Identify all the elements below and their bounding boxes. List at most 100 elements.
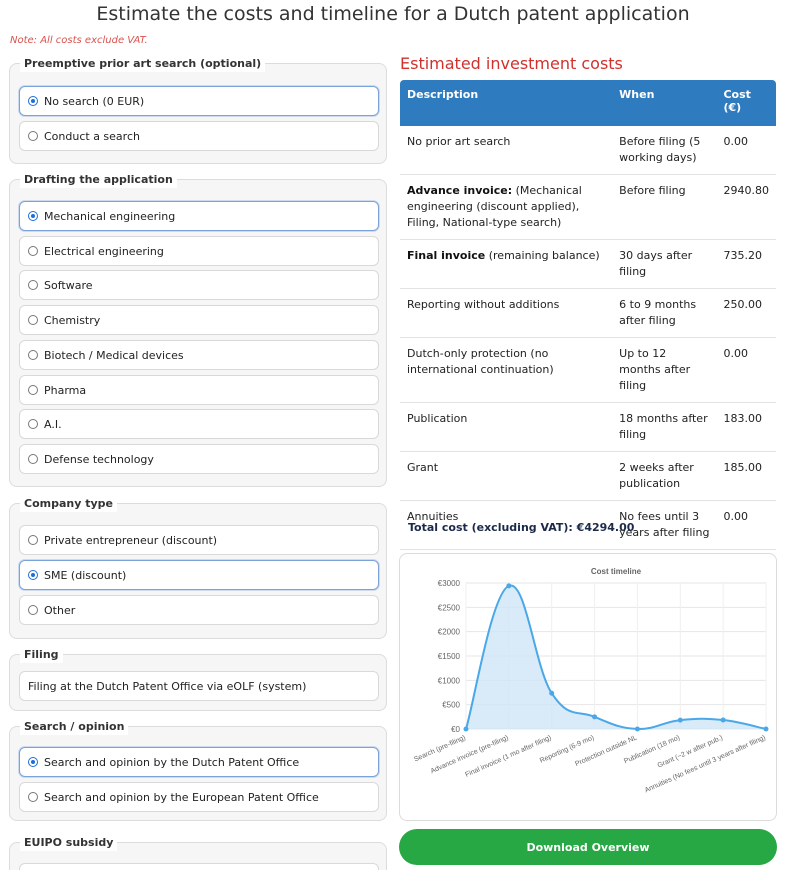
option-dutch-patent-office[interactable]: Search and opinion by the Dutch Patent O…: [19, 747, 379, 777]
filing-field[interactable]: Filing at the Dutch Patent Office via eO…: [19, 671, 379, 701]
option-biotech[interactable]: Biotech / Medical devices: [19, 340, 379, 370]
y-tick-label: €2500: [438, 603, 461, 612]
option-label: Biotech / Medical devices: [44, 348, 184, 362]
table-row: Dutch-only protection (no international …: [400, 337, 776, 403]
radio-icon[interactable]: [28, 385, 38, 395]
option-label: Other: [44, 603, 76, 617]
row-cost: 0.00: [716, 126, 776, 175]
filing-legend: Filing: [20, 647, 63, 663]
drafting-legend: Drafting the application: [20, 172, 177, 188]
table-row: Publication 18 months after filing 183.0…: [400, 402, 776, 452]
table-row: Advance invoice: (Mechanical engineering…: [400, 174, 776, 240]
option-ai[interactable]: A.I.: [19, 409, 379, 439]
row-when: Up to 12 months after filing: [612, 337, 717, 403]
y-tick-label: €1500: [438, 652, 461, 661]
radio-icon[interactable]: [28, 605, 38, 615]
option-label: Conduct a search: [44, 129, 140, 143]
radio-checked-icon[interactable]: [28, 570, 38, 580]
cost-table: Description When Cost (€) No prior art s…: [400, 80, 776, 550]
row-cost: 0.00: [716, 337, 776, 403]
page-title: Estimate the costs and timeline for a Du…: [96, 3, 690, 25]
radio-icon[interactable]: [28, 131, 38, 141]
radio-icon[interactable]: [28, 792, 38, 802]
chart-title: Cost timeline: [591, 567, 642, 576]
download-overview-button[interactable]: Download Overview: [399, 829, 777, 865]
row-when: 30 days after filing: [612, 239, 717, 289]
option-no-search[interactable]: No search (0 EUR): [19, 86, 379, 116]
row-cost: 2940.80: [716, 174, 776, 240]
row-cost: 735.20: [716, 239, 776, 289]
option-label: A.I.: [44, 417, 62, 431]
radio-icon[interactable]: [28, 246, 38, 256]
table-row: Grant 2 weeks after publication 185.00: [400, 451, 776, 501]
radio-icon[interactable]: [28, 280, 38, 290]
row-when: Before filing: [612, 174, 717, 240]
header-description: Description: [400, 80, 613, 126]
option-pharma[interactable]: Pharma: [19, 375, 379, 405]
costs-title: Estimated investment costs: [400, 54, 623, 73]
row-description: No prior art search: [400, 126, 613, 175]
option-private-entrepreneur[interactable]: Private entrepreneur (discount): [19, 525, 379, 555]
row-cost: 250.00: [716, 288, 776, 338]
search-opinion-fieldset: Search / opinion Search and opinion by t…: [9, 719, 387, 821]
option-label: Private entrepreneur (discount): [44, 533, 218, 547]
row-when: 6 to 9 months after filing: [612, 288, 717, 338]
header-cost: Cost (€): [716, 80, 776, 126]
radio-icon[interactable]: [28, 315, 38, 325]
company-fieldset: Company type Private entrepreneur (disco…: [9, 496, 387, 639]
option-mechanical-engineering[interactable]: Mechanical engineering: [19, 201, 379, 231]
option-label: Pharma: [44, 383, 87, 397]
option-label: Chemistry: [44, 313, 101, 327]
row-when: 18 months after filing: [612, 402, 717, 452]
table-row: Reporting without additions 6 to 9 month…: [400, 288, 776, 338]
data-point: [634, 726, 640, 732]
data-point: [506, 583, 512, 589]
option-defense[interactable]: Defense technology: [19, 444, 379, 474]
radio-checked-icon[interactable]: [28, 211, 38, 221]
data-point: [549, 690, 555, 696]
row-cost: 183.00: [716, 402, 776, 452]
option-european-patent-office[interactable]: Search and opinion by the European Paten…: [19, 782, 379, 812]
option-label: Mechanical engineering: [44, 209, 176, 223]
header-when: When: [612, 80, 717, 126]
euipo-legend: EUIPO subsidy: [20, 835, 118, 851]
radio-icon[interactable]: [28, 350, 38, 360]
option-other[interactable]: Other: [19, 595, 379, 625]
radio-icon[interactable]: [28, 535, 38, 545]
table-header-row: Description When Cost (€): [400, 80, 776, 126]
row-when: Before filing (5 working days): [612, 126, 717, 175]
data-point: [592, 714, 598, 720]
option-label: Defense technology: [44, 452, 154, 466]
y-tick-label: €2000: [438, 628, 461, 637]
chart-svg: Cost timeline €0 €500 €1000 €1500 €2000 €2500 €…: [413, 567, 769, 794]
drafting-fieldset: Drafting the application Mechanical engi…: [9, 172, 387, 487]
data-point: [763, 726, 769, 732]
radio-icon[interactable]: [28, 454, 38, 464]
prior-art-fieldset: Preemptive prior art search (optional) N…: [9, 56, 387, 164]
radio-checked-icon[interactable]: [28, 757, 38, 767]
y-tick-label: €1000: [438, 676, 461, 685]
row-cost: 185.00: [716, 451, 776, 501]
option-chemistry[interactable]: Chemistry: [19, 305, 379, 335]
option-conduct-search[interactable]: Conduct a search: [19, 121, 379, 151]
option-label: Electrical engineering: [44, 244, 164, 258]
row-description: Grant: [400, 451, 613, 501]
option-software[interactable]: Software: [19, 270, 379, 300]
radio-icon[interactable]: [28, 419, 38, 429]
y-tick-label: €500: [442, 701, 460, 710]
data-point: [463, 726, 469, 732]
option-label: SME (discount): [44, 568, 127, 582]
table-row: No prior art search Before filing (5 wor…: [400, 126, 776, 175]
option-sme[interactable]: SME (discount): [19, 560, 379, 590]
row-cost: 0.00: [716, 500, 776, 550]
row-description: Publication: [400, 402, 613, 452]
option-electrical-engineering[interactable]: Electrical engineering: [19, 236, 379, 266]
prior-art-legend: Preemptive prior art search (optional): [20, 56, 266, 72]
option-label: Software: [44, 278, 93, 292]
cost-timeline-chart: Cost timeline €0 €500 €1000 €1500 €2000 €2500 €…: [399, 553, 777, 821]
y-tick-label: €3000: [438, 579, 461, 588]
search-opinion-legend: Search / opinion: [20, 719, 129, 735]
radio-checked-icon[interactable]: [28, 96, 38, 106]
euipo-fieldset: EUIPO subsidy: [9, 835, 387, 870]
euipo-option[interactable]: [19, 863, 379, 870]
